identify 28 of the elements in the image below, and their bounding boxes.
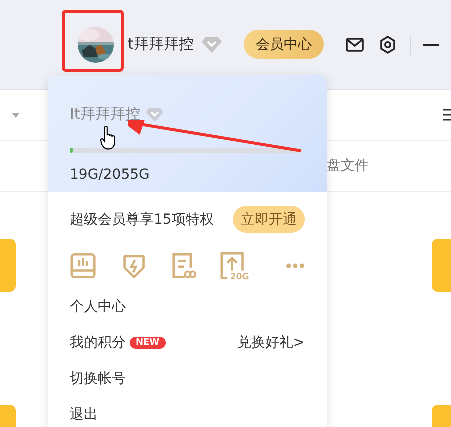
upload-size-label: 20G	[230, 272, 250, 281]
new-badge: NEW	[130, 337, 166, 349]
folder-tile[interactable]	[0, 239, 16, 292]
more-icon[interactable]	[286, 263, 305, 269]
hand-cursor-icon	[100, 126, 118, 150]
mail-icon[interactable]	[346, 38, 364, 52]
promo-text: 超级会员尊享15项特权	[70, 210, 214, 228]
settings-icon[interactable]	[380, 36, 396, 54]
vip-center-button[interactable]: 会员中心	[244, 30, 324, 59]
menu-item[interactable]: 切换帐号	[70, 370, 126, 388]
menu-item[interactable]: 退出	[70, 406, 98, 424]
storage-usage: 19G/2055G	[70, 167, 151, 183]
diamond-icon	[202, 36, 222, 52]
username[interactable]: t拜拜拜控	[128, 35, 194, 54]
redeem-link[interactable]: 兑换好礼>	[237, 334, 305, 352]
folder-tile[interactable]	[432, 239, 451, 292]
column-header: 盘文件	[327, 157, 369, 175]
document-icon[interactable]	[171, 252, 196, 280]
highlight-frame	[62, 10, 124, 72]
activate-button[interactable]: 立即开通	[233, 206, 305, 233]
menu-item[interactable]: 我的积分	[70, 334, 126, 352]
card-icon[interactable]	[70, 252, 97, 280]
caret-icon[interactable]	[12, 112, 20, 118]
menu-item[interactable]: 个人中心	[70, 298, 126, 316]
diamond-icon	[146, 108, 164, 122]
minimize-icon[interactable]	[422, 44, 439, 46]
list-icon[interactable]	[443, 109, 451, 121]
account-name: It拜拜拜控	[70, 105, 140, 124]
